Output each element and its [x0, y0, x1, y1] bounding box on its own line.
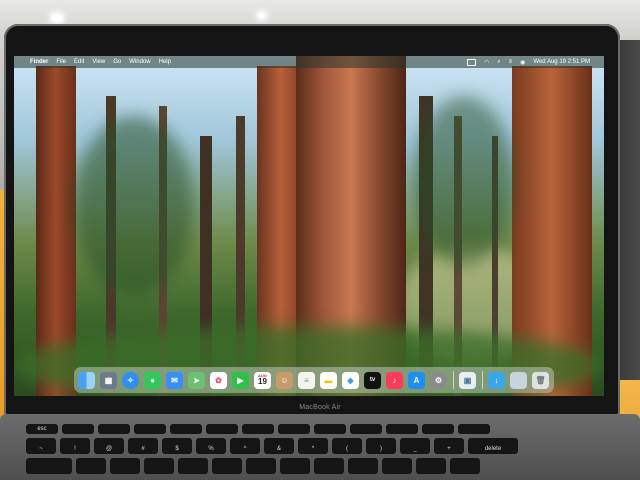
key-f12[interactable] [458, 424, 490, 434]
menu-clock[interactable]: Wed Aug 19 2:51 PM [533, 59, 590, 65]
launchpad-icon[interactable]: ▦ [100, 371, 117, 389]
preview-icon[interactable]: ▣ [459, 371, 476, 389]
key-0[interactable]: ) [366, 438, 396, 454]
key-letter[interactable] [144, 458, 174, 474]
key-f11[interactable] [422, 424, 454, 434]
menu-bar: Finder File Edit View Go Window Help ◠ ⌕… [14, 56, 604, 68]
key-1[interactable]: ! [60, 438, 90, 454]
desktop-wallpaper [14, 56, 604, 396]
keyboard: esc ~ ! @ # $ % ^ & * ( ) _ + delete [26, 424, 626, 478]
menu-file[interactable]: File [56, 59, 66, 65]
key-equals[interactable]: + [434, 438, 464, 454]
battery-icon[interactable] [467, 58, 477, 66]
menu-view[interactable]: View [92, 59, 105, 65]
key-4[interactable]: $ [162, 438, 192, 454]
menu-help[interactable]: Help [159, 59, 171, 65]
key-f1[interactable] [62, 424, 94, 434]
siri-icon[interactable]: ◉ [520, 59, 525, 66]
tv-icon[interactable]: tv [364, 371, 381, 389]
key-letter[interactable] [110, 458, 140, 474]
calendar-icon[interactable]: AUG 19 [254, 371, 271, 389]
freeform-icon[interactable]: ◈ [342, 371, 359, 389]
key-f10[interactable] [386, 424, 418, 434]
mail-icon[interactable]: ✉ [166, 371, 183, 389]
key-f2[interactable] [98, 424, 130, 434]
calendar-day: 19 [258, 377, 267, 386]
notes-icon[interactable]: ≡ [298, 371, 315, 389]
key-tilde[interactable]: ~ [26, 438, 56, 454]
screenshot-stack-icon[interactable] [510, 371, 527, 389]
key-8[interactable]: * [298, 438, 328, 454]
system-settings-icon[interactable]: ⚙ [430, 371, 447, 389]
foliage [414, 96, 514, 266]
messages-icon[interactable]: ● [144, 371, 161, 389]
control-center-icon[interactable]: ≡ [509, 59, 513, 65]
downloads-folder-icon[interactable]: ↓ [488, 371, 505, 389]
key-2[interactable]: @ [94, 438, 124, 454]
key-esc[interactable]: esc [26, 424, 58, 434]
dock: ▦ ✧ ● ✉ ➤ ✿ ▶ AUG 19 ☺ ≡ ▬ ◈ tv ♪ A ⚙ ▣ … [74, 367, 554, 393]
maps-icon[interactable]: ➤ [188, 371, 205, 389]
menu-finder[interactable]: Finder [30, 59, 48, 65]
key-7[interactable]: & [264, 438, 294, 454]
key-letter[interactable] [178, 458, 208, 474]
menu-go[interactable]: Go [113, 59, 121, 65]
keyboard-number-row: ~ ! @ # $ % ^ & * ( ) _ + delete [26, 438, 626, 454]
menu-edit[interactable]: Edit [74, 59, 84, 65]
contacts-icon[interactable]: ☺ [276, 371, 293, 389]
trash-icon[interactable]: 🗑 [532, 371, 549, 389]
ceiling-light [52, 14, 62, 22]
ceiling-light [259, 13, 265, 18]
key-f6[interactable] [242, 424, 274, 434]
key-6[interactable]: ^ [230, 438, 260, 454]
dock-separator [453, 371, 454, 389]
menu-window[interactable]: Window [129, 59, 150, 65]
key-minus[interactable]: _ [400, 438, 430, 454]
safari-icon[interactable]: ✧ [122, 371, 139, 389]
key-f5[interactable] [206, 424, 238, 434]
dock-separator [482, 371, 483, 389]
app-store-icon[interactable]: A [408, 371, 425, 389]
key-letter[interactable] [382, 458, 412, 474]
search-icon[interactable]: ⌕ [497, 59, 500, 66]
reminders-icon[interactable]: ▬ [320, 371, 337, 389]
music-icon[interactable]: ♪ [386, 371, 403, 389]
key-letter[interactable] [348, 458, 378, 474]
photos-icon[interactable]: ✿ [210, 371, 227, 389]
key-9[interactable]: ( [332, 438, 362, 454]
key-f9[interactable] [350, 424, 382, 434]
key-f3[interactable] [134, 424, 166, 434]
key-letter[interactable] [280, 458, 310, 474]
key-f4[interactable] [170, 424, 202, 434]
keyboard-qwerty-row [26, 458, 626, 474]
key-3[interactable]: # [128, 438, 158, 454]
key-delete[interactable]: delete [468, 438, 518, 454]
key-letter[interactable] [246, 458, 276, 474]
key-letter[interactable] [450, 458, 480, 474]
keyboard-fn-row: esc [26, 424, 626, 434]
finder-icon[interactable] [78, 371, 95, 389]
key-5[interactable]: % [196, 438, 226, 454]
facetime-icon[interactable]: ▶ [232, 371, 249, 389]
bezel-model-label: MacBook Air [299, 404, 341, 411]
key-letter[interactable] [212, 458, 242, 474]
key-tab[interactable] [26, 458, 72, 474]
foliage [74, 116, 194, 296]
key-f7[interactable] [278, 424, 310, 434]
wifi-icon[interactable]: ◠ [484, 59, 489, 66]
key-f8[interactable] [314, 424, 346, 434]
key-letter[interactable] [314, 458, 344, 474]
key-letter[interactable] [416, 458, 446, 474]
key-letter[interactable] [76, 458, 106, 474]
